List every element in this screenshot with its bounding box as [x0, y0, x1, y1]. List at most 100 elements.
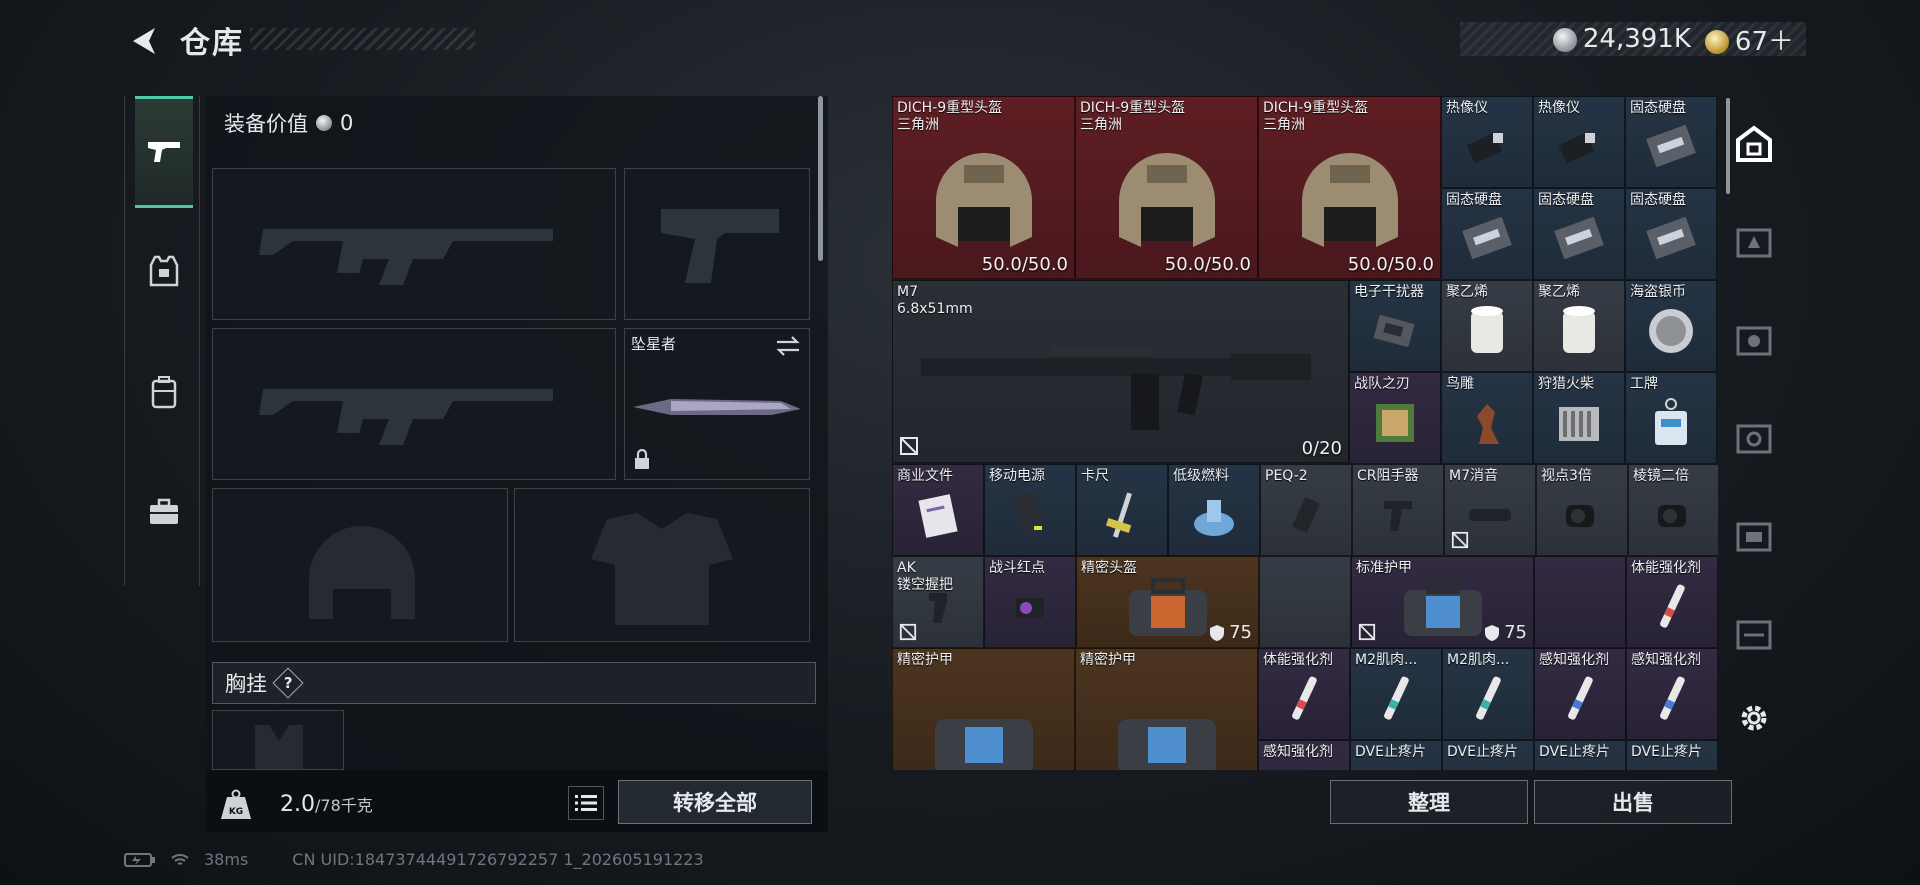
item-ssd-3[interactable]: 固态硬盘 [1533, 188, 1625, 280]
back-arrow-icon [133, 28, 155, 54]
back-button[interactable] [124, 22, 164, 60]
item-empty-grey[interactable] [1259, 556, 1351, 648]
item-scope-3x[interactable]: 视点3倍 [1536, 464, 1628, 556]
item-thermal-1[interactable]: 热像仪 [1441, 96, 1533, 188]
item-perception-injector-3[interactable]: 感知强化剂 [1258, 740, 1350, 770]
no-insure-icon [1358, 623, 1376, 641]
swap-icon[interactable] [775, 335, 801, 357]
item-low-fuel[interactable]: 低级燃料 [1168, 464, 1260, 556]
container-tab-3[interactable] [1730, 416, 1778, 460]
item-jammer[interactable]: 电子干扰器 [1349, 280, 1441, 372]
container-tab-2[interactable] [1730, 318, 1778, 362]
item-name: 固态硬盘 [1446, 192, 1502, 208]
item-dve-1[interactable]: DVE止疼片 [1350, 740, 1442, 770]
lock-icon [635, 449, 649, 469]
item-ssd-1[interactable]: 固态硬盘 [1625, 96, 1717, 188]
left-scrollbar[interactable] [818, 96, 823, 261]
settings-button[interactable] [1730, 696, 1778, 740]
currency-bar: 24,391K 67＋ [1460, 21, 1806, 58]
tab-backpack[interactable] [135, 336, 193, 448]
case-icon [1403, 577, 1482, 636]
item-standard-armor[interactable]: 标准护甲 75 [1351, 556, 1534, 648]
item-thermal-2[interactable]: 热像仪 [1533, 96, 1625, 188]
tab-case[interactable] [135, 456, 193, 568]
weight-max: /78千克 [315, 796, 373, 815]
item-polyethylene-1[interactable]: 聚乙烯 [1441, 280, 1533, 372]
item-stamina-injector-1[interactable]: 体能强化剂 [1626, 556, 1718, 648]
item-dve-2[interactable]: DVE止疼片 [1442, 740, 1534, 770]
stash-home-tab[interactable] [1730, 122, 1778, 166]
item-dve-4[interactable]: DVE止疼片 [1626, 740, 1718, 770]
item-hunting-match[interactable]: 狩猎火柴 [1533, 372, 1625, 464]
item-helmet-1[interactable]: DICH-9重型头盔 三角洲 50.0/50.0 [892, 96, 1075, 279]
svg-text:KG: KG [229, 807, 243, 817]
token-display[interactable]: 67＋ [1704, 21, 1794, 58]
item-m7-rifle[interactable]: M7 6.8x51mm 0/20 [892, 280, 1349, 463]
item-bird-statue[interactable]: 鸟雕 [1441, 372, 1533, 464]
gear-icon [1741, 705, 1767, 731]
item-caliper[interactable]: 卡尺 [1076, 464, 1168, 556]
container-tab-4[interactable] [1730, 514, 1778, 558]
chest-rig-slot[interactable] [212, 710, 344, 770]
primary-weapon-slot[interactable] [212, 168, 616, 320]
item-m2-muscle-2[interactable]: M2肌肉... [1442, 648, 1534, 740]
title-stripe [250, 28, 475, 50]
item-empty-purple[interactable] [1534, 556, 1626, 648]
tab-weapons[interactable] [135, 96, 193, 208]
help-mark: ? [283, 673, 293, 692]
ssd-icon [1646, 216, 1696, 259]
tab-armor[interactable] [135, 216, 193, 328]
vest-icon [149, 255, 179, 287]
secondary-weapon-slot[interactable] [212, 328, 616, 480]
item-work-badge[interactable]: 工牌 [1625, 372, 1717, 464]
item-ssd-4[interactable]: 固态硬盘 [1625, 188, 1717, 280]
item-ak-grip[interactable]: AK 镂空握把 [892, 556, 984, 648]
item-peq2[interactable]: PEQ-2 [1260, 464, 1352, 556]
item-precision-helmet[interactable]: 精密头盔 75 [1076, 556, 1259, 648]
item-precision-armor-1[interactable]: 精密护甲 [892, 648, 1075, 770]
container-tab-5[interactable] [1730, 612, 1778, 656]
organize-button[interactable]: 整理 [1330, 780, 1528, 824]
item-ssd-2[interactable]: 固态硬盘 [1441, 188, 1533, 280]
sidearm-slot[interactable] [624, 168, 810, 320]
item-name: 精密护甲 [1080, 652, 1136, 668]
item-name: 感知强化剂 [1539, 652, 1609, 668]
item-name: 移动电源 [989, 468, 1045, 484]
item-polyethylene-2[interactable]: 聚乙烯 [1533, 280, 1625, 372]
stash-icon [1736, 125, 1772, 162]
item-squad-blade[interactable]: 战队之刃 [1349, 372, 1441, 464]
wifi-icon [171, 853, 189, 865]
item-name: M7 6.8x51mm [897, 284, 973, 317]
transfer-all-button[interactable]: 转移全部 [618, 780, 812, 824]
money-display[interactable]: 24,391K [1552, 24, 1691, 54]
case-icon [1128, 577, 1207, 636]
item-perception-injector-1[interactable]: 感知强化剂 [1534, 648, 1626, 740]
item-precision-armor-2[interactable]: 精密护甲 [1075, 648, 1258, 770]
body-armor-slot[interactable] [514, 488, 810, 642]
item-red-dot[interactable]: 战斗红点 [984, 556, 1076, 648]
helmet-slot[interactable] [212, 488, 508, 642]
item-dve-3[interactable]: DVE止疼片 [1534, 740, 1626, 770]
chest-rig-help-badge[interactable]: ? [272, 667, 304, 699]
item-durability: 50.0/50.0 [981, 254, 1068, 275]
list-view-button[interactable] [568, 786, 604, 820]
item-helmet-3[interactable]: DICH-9重型头盔 三角洲 50.0/50.0 [1258, 96, 1441, 279]
scope-icon [1566, 504, 1594, 527]
ssd-icon [1462, 216, 1512, 259]
item-stamina-injector-2[interactable]: 体能强化剂 [1258, 648, 1350, 740]
item-m7-suppressor[interactable]: M7消音 [1444, 464, 1536, 556]
item-helmet-2[interactable]: DICH-9重型头盔 三角洲 50.0/50.0 [1075, 96, 1258, 279]
container-tab-1[interactable] [1730, 220, 1778, 264]
item-m2-muscle-1[interactable]: M2肌肉... [1350, 648, 1442, 740]
item-cr-grip[interactable]: CR阻手器 [1352, 464, 1444, 556]
item-power-bank[interactable]: 移动电源 [984, 464, 1076, 556]
item-name: 精密护甲 [897, 652, 953, 668]
sell-button[interactable]: 出售 [1534, 780, 1732, 824]
rifle-silhouette-icon-2 [259, 389, 553, 445]
item-perception-injector-2[interactable]: 感知强化剂 [1626, 648, 1718, 740]
item-prism-2x[interactable]: 棱镜二倍 [1628, 464, 1718, 556]
item-pirate-coin[interactable]: 海盗银币 [1625, 280, 1717, 372]
header: 仓库 24,391K 67＋ [0, 0, 1920, 80]
melee-slot[interactable]: 坠星者 [624, 328, 810, 480]
item-business-doc[interactable]: 商业文件 [892, 464, 984, 556]
